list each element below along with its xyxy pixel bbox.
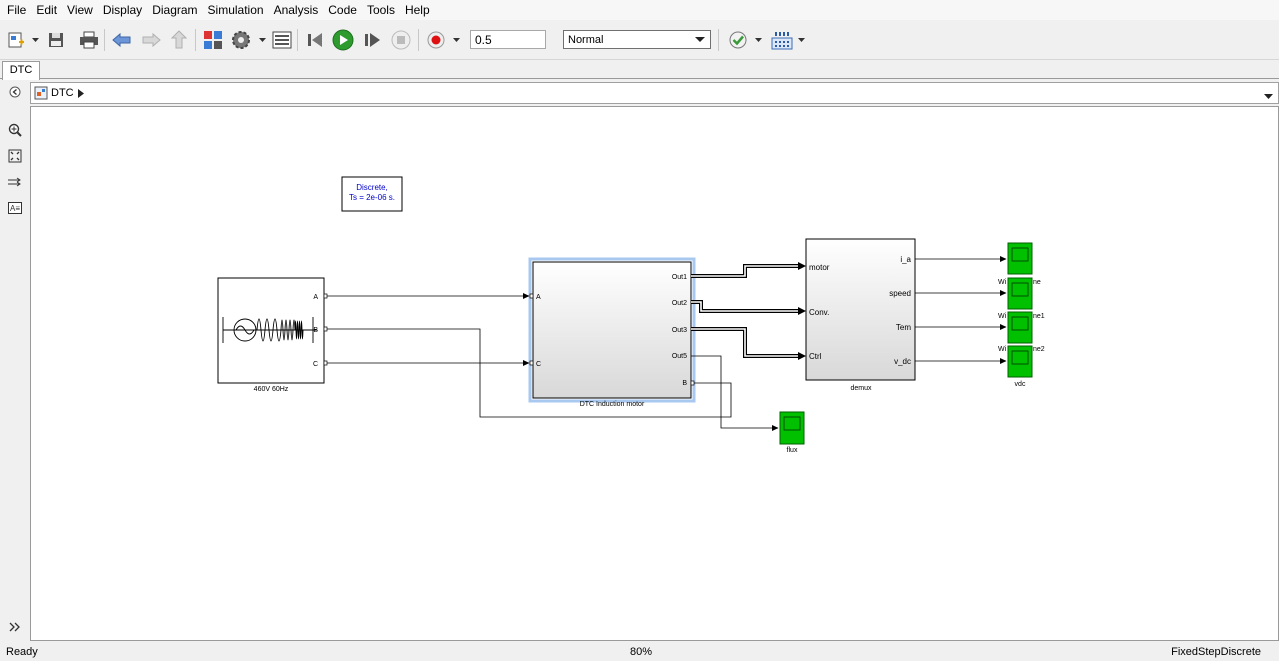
scope2-label-frag: Wi: [998, 313, 1007, 320]
simulation-mode-select[interactable]: Normal: [563, 30, 711, 49]
model-icon: [34, 86, 48, 100]
demux-out-vdc: v_dc: [894, 357, 911, 366]
up-icon[interactable]: [167, 28, 191, 52]
menu-diagram[interactable]: Diagram: [147, 0, 202, 20]
scope-vdc-label: vdc: [1015, 381, 1026, 388]
demux-label: demux: [850, 385, 872, 392]
menu-display[interactable]: Display: [98, 0, 147, 20]
menu-analysis[interactable]: Analysis: [269, 0, 324, 20]
build-dropdown-icon[interactable]: [797, 35, 805, 45]
status-ready: Ready: [6, 646, 38, 658]
scope-block-tem[interactable]: [1007, 311, 1033, 344]
menu-code[interactable]: Code: [323, 0, 362, 20]
print-icon[interactable]: [77, 28, 101, 52]
build-icon[interactable]: [770, 28, 794, 52]
save-icon[interactable]: [44, 28, 68, 52]
block-diagram: Discrete, Ts = 2e-06 s. A B C 460V 60Hz: [217, 176, 1045, 454]
menu-file[interactable]: File: [2, 0, 31, 20]
status-solver[interactable]: FixedStepDiscrete: [1171, 646, 1261, 658]
scope3-label-frag: Wi: [998, 346, 1007, 353]
source-port-c: C: [313, 361, 318, 368]
model-canvas[interactable]: Discrete, Ts = 2e-06 s. A B C 460V 60Hz: [30, 106, 1279, 641]
svg-text:A≡: A≡: [10, 204, 20, 213]
demux-block[interactable]: motor Conv. Ctrl i_a speed Tem v_dc demu…: [805, 238, 916, 392]
demux-out-tem: Tem: [896, 323, 911, 332]
source-port-b: B: [313, 327, 318, 334]
scope-block-flux[interactable]: [779, 411, 805, 445]
powergui-line1: Discrete,: [356, 183, 388, 192]
hide-browser-icon[interactable]: [9, 86, 21, 101]
annotation-icon[interactable]: A≡: [6, 199, 24, 217]
straighten-lines-icon[interactable]: [6, 173, 24, 191]
breadcrumb-arrow-icon[interactable]: [77, 88, 84, 98]
step-back-icon[interactable]: [303, 28, 327, 52]
powergui-block[interactable]: Discrete, Ts = 2e-06 s.: [341, 176, 403, 212]
scope-block-ia[interactable]: [1007, 242, 1033, 275]
fit-to-view-icon[interactable]: [6, 147, 24, 165]
menu-tools[interactable]: Tools: [362, 0, 400, 20]
menu-view[interactable]: View: [62, 0, 98, 20]
model-explorer-icon[interactable]: [270, 28, 294, 52]
breadcrumb: DTC: [30, 82, 1279, 104]
demux-in-conv: Conv.: [809, 308, 829, 317]
demux-out-ia: i_a: [900, 255, 911, 264]
motor-out2: Out2: [672, 300, 687, 307]
breadcrumb-item-dtc[interactable]: DTC: [51, 87, 74, 99]
motor-in-a: A: [536, 294, 541, 301]
demux-in-motor: motor: [809, 263, 830, 272]
tab-bar: DTC: [0, 61, 1279, 80]
stop-icon[interactable]: [389, 28, 413, 52]
scope-block-speed[interactable]: [1007, 277, 1033, 310]
expand-palette-icon[interactable]: [6, 618, 24, 636]
powergui-line2: Ts = 2e-06 s.: [349, 193, 395, 202]
model-config-icon[interactable]: [229, 28, 253, 52]
motor-label: DTC Induction motor: [580, 401, 645, 408]
library-browser-icon[interactable]: [201, 28, 225, 52]
motor-in-c: C: [536, 361, 541, 368]
dtc-motor-block[interactable]: A C Out1 Out2 Out3 Out5 B DTC Induction …: [528, 257, 696, 408]
status-zoom: 80%: [630, 646, 653, 658]
step-forward-icon[interactable]: [360, 28, 384, 52]
demux-out-speed: speed: [889, 289, 911, 298]
scope-block-vdc[interactable]: [1007, 345, 1033, 378]
new-model-icon[interactable]: [5, 28, 29, 52]
scope3-label-tail: ne2: [1033, 346, 1045, 353]
tab-dtc[interactable]: DTC: [2, 61, 40, 80]
scope-flux-label: flux: [787, 447, 798, 454]
palette: A≡: [0, 106, 30, 641]
motor-out1: Out1: [672, 274, 687, 281]
simulation-mode-value: Normal: [568, 33, 604, 46]
new-dropdown-icon[interactable]: [31, 35, 39, 45]
motor-out3: Out3: [672, 327, 687, 334]
source-label: 460V 60Hz: [254, 386, 289, 393]
menu-bar: File Edit View Display Diagram Simulatio…: [0, 0, 1279, 20]
scope1-label-frag: Wi: [998, 279, 1007, 286]
source-port-a: A: [313, 294, 318, 301]
zoom-icon[interactable]: [6, 121, 24, 139]
config-dropdown-icon[interactable]: [258, 35, 266, 45]
record-dropdown-icon[interactable]: [452, 35, 460, 45]
model-advisor-icon[interactable]: [726, 28, 750, 52]
bus-lines: [691, 262, 806, 360]
stop-time-input[interactable]: [470, 30, 546, 49]
back-icon[interactable]: [110, 28, 134, 52]
menu-help[interactable]: Help: [400, 0, 435, 20]
advisor-dropdown-icon[interactable]: [754, 35, 762, 45]
status-bar: Ready 80% FixedStepDiscrete: [0, 643, 1279, 661]
address-bar: DTC: [0, 80, 1279, 106]
menu-edit[interactable]: Edit: [31, 0, 62, 20]
scope1-label-tail: ne: [1033, 279, 1041, 286]
motor-port-b: B: [682, 380, 687, 387]
record-icon[interactable]: [424, 28, 448, 52]
motor-out5: Out5: [672, 353, 687, 360]
menu-simulation[interactable]: Simulation: [203, 0, 269, 20]
scope2-label-tail: ne1: [1033, 313, 1045, 320]
source-block[interactable]: A B C 460V 60Hz: [217, 277, 328, 393]
run-icon[interactable]: [331, 28, 355, 52]
demux-in-ctrl: Ctrl: [809, 352, 822, 361]
chevron-down-icon: [695, 36, 705, 42]
address-dropdown-icon[interactable]: [1264, 89, 1273, 103]
forward-icon[interactable]: [139, 28, 163, 52]
